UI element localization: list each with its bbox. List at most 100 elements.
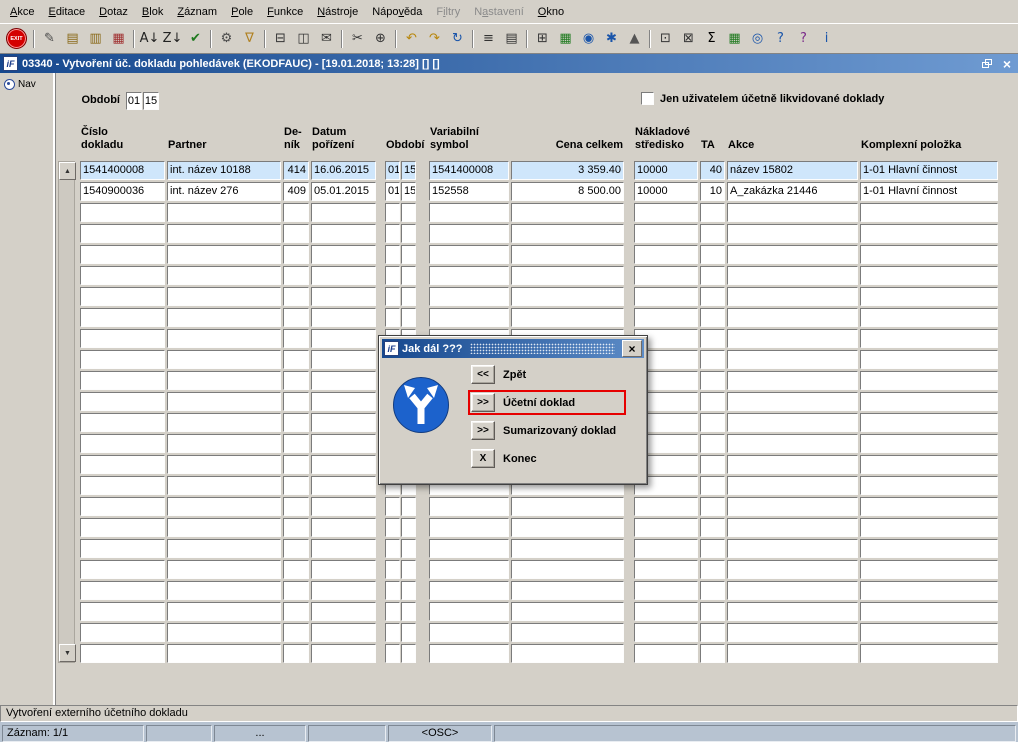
table-cell[interactable] (385, 560, 400, 579)
menu-nastroje[interactable]: Nástroje (310, 4, 365, 20)
window-icon[interactable]: ⊡ (654, 28, 677, 50)
table-cell[interactable] (860, 623, 998, 642)
dialog-close-icon[interactable]: × (622, 340, 642, 357)
table-cell[interactable] (727, 392, 858, 411)
table-cell[interactable] (167, 350, 281, 369)
table-cell[interactable] (634, 518, 698, 537)
table-row[interactable] (80, 224, 998, 243)
table-cell[interactable] (634, 224, 698, 243)
table-cell[interactable] (429, 539, 509, 558)
table-cell[interactable] (385, 518, 400, 537)
table-cell[interactable]: 1-01 Hlavní činnost (860, 161, 998, 180)
table-cell[interactable] (311, 392, 376, 411)
table-cell[interactable] (860, 434, 998, 453)
menu-okno[interactable]: Okno (531, 4, 571, 20)
table-cell[interactable] (700, 245, 725, 264)
table-cell[interactable] (283, 455, 309, 474)
exit-button[interactable]: EXIT (6, 28, 27, 49)
table-cell[interactable] (311, 581, 376, 600)
table-cell[interactable] (860, 266, 998, 285)
table-row[interactable] (80, 266, 998, 285)
table-cell[interactable]: 1541400008 (80, 161, 165, 180)
table-cell[interactable] (700, 581, 725, 600)
table-cell[interactable] (634, 581, 698, 600)
table-cell[interactable] (429, 560, 509, 579)
table-cell[interactable] (311, 203, 376, 222)
table-cell[interactable] (167, 434, 281, 453)
restore-icon[interactable] (979, 57, 995, 71)
table-cell[interactable] (167, 287, 281, 306)
table-cell[interactable] (385, 308, 400, 327)
table-cell[interactable] (80, 497, 165, 516)
table-row[interactable] (80, 518, 998, 537)
table-cell[interactable] (385, 539, 400, 558)
menu-zaznam[interactable]: Záznam (170, 4, 224, 20)
table-cell[interactable] (385, 266, 400, 285)
table-cell[interactable] (860, 329, 998, 348)
table-cell[interactable] (385, 203, 400, 222)
table-cell[interactable] (634, 560, 698, 579)
table-cell[interactable] (385, 602, 400, 621)
table-cell[interactable] (700, 308, 725, 327)
table-cell[interactable] (167, 560, 281, 579)
ledger-close-icon[interactable]: ▦ (107, 28, 130, 50)
table-cell[interactable] (429, 644, 509, 663)
table-cell[interactable] (700, 350, 725, 369)
table-cell[interactable] (511, 245, 624, 264)
table-cell[interactable] (401, 581, 416, 600)
table-cell[interactable] (80, 539, 165, 558)
table-cell[interactable]: int. název 10188 (167, 161, 281, 180)
menu-blok[interactable]: Blok (135, 4, 170, 20)
table-cell[interactable] (727, 329, 858, 348)
table-cell[interactable] (727, 266, 858, 285)
table-cell[interactable] (727, 203, 858, 222)
menu-funkce[interactable]: Funkce (260, 4, 310, 20)
table-cell[interactable] (727, 287, 858, 306)
table-cell[interactable]: 15 (401, 182, 416, 201)
table-cell[interactable] (167, 623, 281, 642)
table-cell[interactable] (311, 602, 376, 621)
table-cell[interactable] (283, 413, 309, 432)
table-cell[interactable] (511, 224, 624, 243)
table-cell[interactable]: 16.06.2015 (311, 161, 376, 180)
table-cell[interactable] (311, 287, 376, 306)
table-cell[interactable] (429, 266, 509, 285)
table-cell[interactable]: 01 (385, 161, 400, 180)
table-cell[interactable] (727, 434, 858, 453)
print-preview-icon[interactable]: ◫ (292, 28, 315, 50)
likvidovane-checkbox[interactable] (641, 92, 654, 105)
globe-icon[interactable]: ◉ (577, 28, 600, 50)
table-cell[interactable] (511, 539, 624, 558)
table-cell[interactable] (700, 224, 725, 243)
table-cell[interactable] (385, 497, 400, 516)
table-cell[interactable] (429, 497, 509, 516)
table-cell[interactable] (511, 623, 624, 642)
table-cell[interactable] (311, 434, 376, 453)
table-cell[interactable] (311, 329, 376, 348)
table-cell[interactable] (511, 581, 624, 600)
record-scrollbar[interactable]: ▲ ▼ (58, 161, 75, 663)
table-cell[interactable] (511, 287, 624, 306)
table-cell[interactable]: 1-01 Hlavní činnost (860, 182, 998, 201)
table-cell[interactable] (283, 644, 309, 663)
table-cell[interactable] (80, 308, 165, 327)
table-cell[interactable] (700, 392, 725, 411)
table-cell[interactable] (634, 644, 698, 663)
table-cell[interactable] (167, 392, 281, 411)
table-cell[interactable] (311, 560, 376, 579)
table-cell[interactable] (283, 476, 309, 495)
table-row[interactable] (80, 623, 998, 642)
table-cell[interactable] (429, 308, 509, 327)
browser-icon[interactable]: ◎ (746, 28, 769, 50)
table-row[interactable] (80, 560, 998, 579)
table-cell[interactable] (385, 245, 400, 264)
calendar-icon[interactable]: ⊞ (531, 28, 554, 50)
table-row[interactable] (80, 245, 998, 264)
menu-akce[interactable]: Akce (3, 4, 41, 20)
table-cell[interactable] (860, 350, 998, 369)
table-cell[interactable] (634, 245, 698, 264)
table-cell[interactable] (385, 287, 400, 306)
table-cell[interactable] (80, 287, 165, 306)
table-cell[interactable] (80, 392, 165, 411)
table-cell[interactable] (167, 476, 281, 495)
